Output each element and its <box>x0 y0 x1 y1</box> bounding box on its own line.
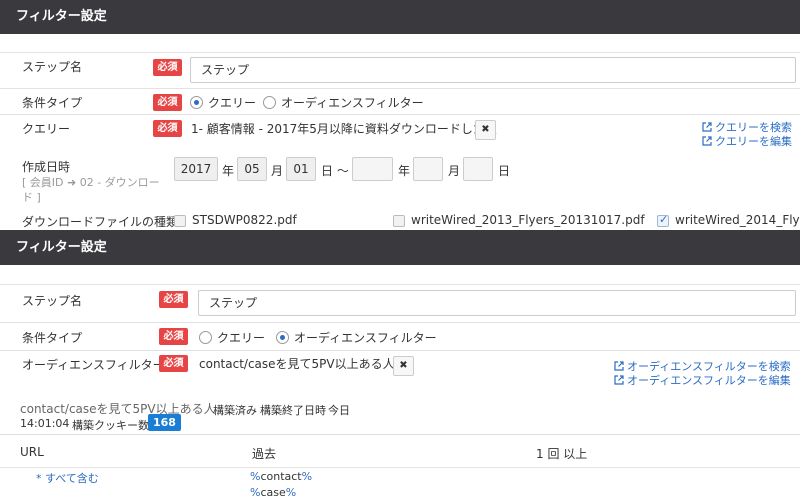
url-table-header: URL 過去 1 回 以上 <box>0 434 800 468</box>
audience-filter-row: オーディエンスフィルター 必須 contact/caseを見て5PV以上ある人 … <box>0 350 800 390</box>
condition-type-label: 条件タイプ <box>22 96 83 110</box>
url-pattern-case: %case% <box>250 486 297 499</box>
day-unit: 日 <box>498 164 511 178</box>
filter-settings-panel-audience: フィルター設定 ステップ名 必須 ステップ 条件タイプ 必須 クエリー オーディ… <box>0 230 800 500</box>
radio-query[interactable] <box>199 331 212 344</box>
radio-audience-filter[interactable] <box>263 96 276 109</box>
include-all-label: * すべて含む <box>36 472 99 485</box>
step-name-label: ステップ名 <box>22 60 83 74</box>
cookie-count-badge: 168 <box>148 414 181 431</box>
required-badge: 必須 <box>153 120 182 137</box>
column-url: URL <box>20 445 44 459</box>
creation-date-sub: [ 会員ID ➜ 02 - ダウンロー <box>22 176 160 189</box>
url-pattern-contact: %contact% <box>250 470 313 483</box>
radio-query-label: クエリー <box>217 331 266 345</box>
radio-query-label: クエリー <box>208 96 257 110</box>
required-badge: 必須 <box>159 328 188 345</box>
edit-query-link[interactable]: クエリーを編集 <box>702 133 792 149</box>
file-checkbox[interactable] <box>174 215 186 227</box>
build-end-date: 今日 <box>328 404 350 417</box>
date-year-input[interactable]: 2017 <box>174 157 218 181</box>
audience-filter-value: contact/caseを見て5PV以上ある人 <box>199 357 395 371</box>
step-name-input[interactable]: ステップ <box>198 290 796 316</box>
file-name: writeWired_2014_Flyers_ <box>675 213 800 227</box>
cookie-count-label: 構築クッキー数 <box>72 419 149 432</box>
audience-filter-label: オーディエンスフィルター <box>22 358 165 372</box>
build-status: 構築済み <box>213 404 257 417</box>
column-count: 1 回 以上 <box>536 447 588 461</box>
date-month-input[interactable]: 05 <box>237 157 267 181</box>
file-checkbox[interactable] <box>393 215 405 227</box>
creation-date-label: 作成日時 <box>22 160 71 174</box>
step-name-label: ステップ名 <box>22 294 83 308</box>
radio-audience-filter-label: オーディエンスフィルター <box>294 331 437 345</box>
month-unit: 月 <box>448 164 461 178</box>
file-checkbox-checked[interactable] <box>657 213 669 227</box>
column-past: 過去 <box>252 447 277 461</box>
radio-audience-filter[interactable] <box>276 331 289 344</box>
filter-settings-panel-query: フィルター設定 ステップ名 必須 ステップ 条件タイプ 必須 クエリー オーディ… <box>0 0 800 230</box>
build-time: 14:01:04 <box>20 417 70 430</box>
file-name: writeWired_2013_Flyers_20131017.pdf <box>411 213 645 227</box>
creation-date-row: 作成日時 [ 会員ID ➜ 02 - ダウンロー ド ] 2017 年 05 月… <box>0 152 800 208</box>
year-unit: 年 <box>222 164 235 178</box>
external-link-icon <box>702 122 712 132</box>
radio-query[interactable] <box>190 96 203 109</box>
required-badge: 必須 <box>153 59 182 76</box>
day-unit-tilde: 日 〜 <box>321 164 349 178</box>
creation-date-sub2: ド ] <box>22 191 41 204</box>
year-unit: 年 <box>398 164 411 178</box>
clear-audience-filter-button[interactable]: ✖ <box>393 356 414 376</box>
edit-audience-filter-link[interactable]: オーディエンスフィルターを編集 <box>614 372 791 388</box>
date-end-month-input[interactable] <box>413 157 443 181</box>
required-badge: 必須 <box>159 291 188 308</box>
condition-type-row: 条件タイプ 必須 クエリー オーディエンスフィルター <box>0 88 800 114</box>
step-name-input[interactable]: ステップ <box>190 57 796 83</box>
build-end-label: 構築終了日時 <box>260 404 326 417</box>
condition-type-row: 条件タイプ 必須 クエリー オーディエンスフィルター <box>0 322 800 350</box>
step-name-row: ステップ名 必須 ステップ <box>0 284 800 322</box>
external-link-icon <box>702 136 712 146</box>
download-file-label: ダウンロードファイルの種類 <box>22 215 179 229</box>
condition-type-label: 条件タイプ <box>22 331 83 345</box>
panel-title: フィルター設定 <box>0 230 800 265</box>
query-value: 1- 顧客情報 - 2017年5月以降に資料ダウンロードした人 <box>191 122 497 136</box>
file-name: STSDWP0822.pdf <box>192 213 297 227</box>
date-end-day-input[interactable] <box>463 157 493 181</box>
query-label: クエリー <box>22 122 71 136</box>
required-badge: 必須 <box>159 355 188 372</box>
audience-filter-name: contact/caseを見て5PV以上ある人 <box>20 402 216 416</box>
month-unit: 月 <box>271 164 284 178</box>
download-file-row: ダウンロードファイルの種類 STSDWP0822.pdf writeWired_… <box>0 208 800 230</box>
query-row: クエリー 必須 1- 顧客情報 - 2017年5月以降に資料ダウンロードした人 … <box>0 114 800 152</box>
required-badge: 必須 <box>153 94 182 111</box>
panel-title: フィルター設定 <box>0 0 800 34</box>
external-link-icon <box>614 361 624 371</box>
radio-audience-filter-label: オーディエンスフィルター <box>281 96 424 110</box>
clear-query-button[interactable]: ✖ <box>475 120 496 140</box>
date-day-input[interactable]: 01 <box>286 157 316 181</box>
date-end-year-input[interactable] <box>352 157 393 181</box>
step-name-row: ステップ名 必須 ステップ <box>0 52 800 88</box>
external-link-icon <box>614 375 624 385</box>
